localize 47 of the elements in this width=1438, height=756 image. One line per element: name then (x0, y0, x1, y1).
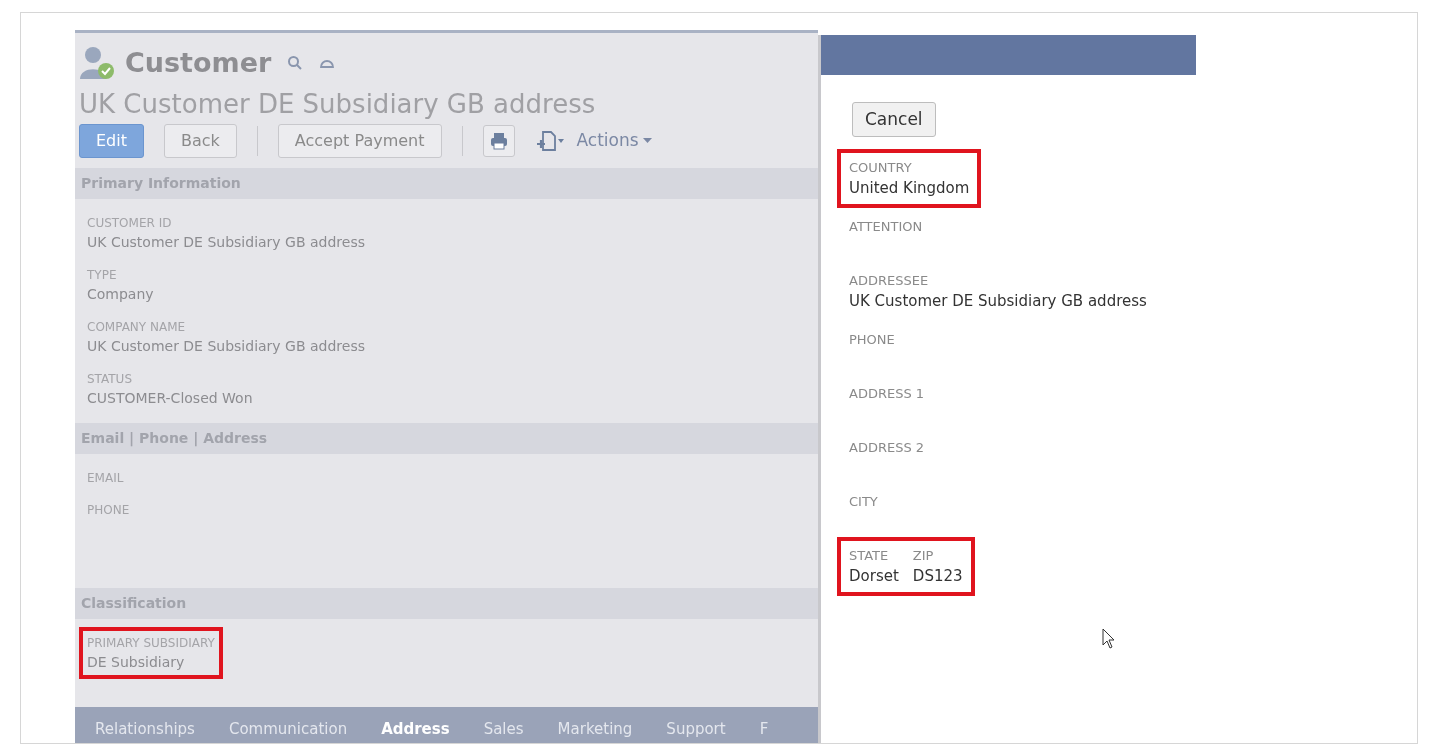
field-label: ADDRESS 1 (849, 385, 925, 402)
print-button[interactable] (482, 124, 515, 157)
field-label: TYPE (87, 266, 118, 283)
field-label: COMPANY NAME (87, 318, 187, 335)
subtab[interactable]: Sales (483, 715, 524, 743)
field-value: UK Customer DE Subsidiary GB address (849, 291, 1147, 311)
field-label: PHONE (849, 331, 895, 348)
search-icon[interactable] (287, 55, 304, 72)
field-label: ZIP (912, 547, 935, 564)
field-label: ADDRESSEE (849, 272, 930, 289)
caret-icon (642, 137, 652, 144)
field-value: UK Customer DE Subsidiary GB address (87, 336, 366, 355)
field-value: CUSTOMER-Closed Won (87, 388, 254, 407)
field-label: EMAIL (87, 469, 125, 486)
field-label: STATUS (87, 370, 134, 387)
subtab[interactable]: F (759, 715, 769, 743)
field-label: CITY (849, 493, 878, 510)
field-value: Company (87, 284, 155, 303)
subtab[interactable]: Address (381, 715, 450, 743)
new-document-icon[interactable] (534, 129, 565, 152)
field-value: DE Subsidiary (87, 652, 186, 671)
record-type: Customer (125, 46, 272, 80)
field-value: UK Customer DE Subsidiary GB address (87, 232, 366, 251)
field-value: Dorset (849, 566, 899, 586)
subtab[interactable]: Relationships (95, 715, 195, 743)
field-label: ATTENTION (849, 218, 923, 235)
cancel-button[interactable]: Cancel (852, 102, 936, 137)
field-label: ADDRESS 2 (849, 439, 925, 456)
field-label: CUSTOMER ID (87, 214, 173, 231)
subtab[interactable]: Communication (228, 715, 348, 743)
printer-icon (489, 131, 508, 150)
field-label: PHONE (87, 501, 131, 518)
actions-menu[interactable]: Actions (576, 127, 652, 154)
mouse-pointer-icon (1102, 628, 1116, 650)
toolbar-button[interactable]: Edit (79, 123, 144, 158)
field-value: United Kingdom (849, 178, 970, 198)
subtab[interactable]: Marketing (557, 715, 633, 743)
gauge-icon[interactable] (319, 57, 336, 70)
field-label: PRIMARY SUBSIDIARY (87, 634, 215, 651)
toolbar-button[interactable]: Back (164, 123, 237, 158)
subtab[interactable]: Support (666, 715, 726, 743)
record-title: UK Customer DE Subsidiary GB address (78, 87, 597, 121)
field-label: STATE (849, 547, 890, 564)
toolbar-button[interactable]: Accept Payment (277, 123, 442, 158)
customer-icon (79, 46, 115, 81)
field-value: DS123 (912, 566, 963, 586)
field-label: COUNTRY (849, 159, 913, 176)
